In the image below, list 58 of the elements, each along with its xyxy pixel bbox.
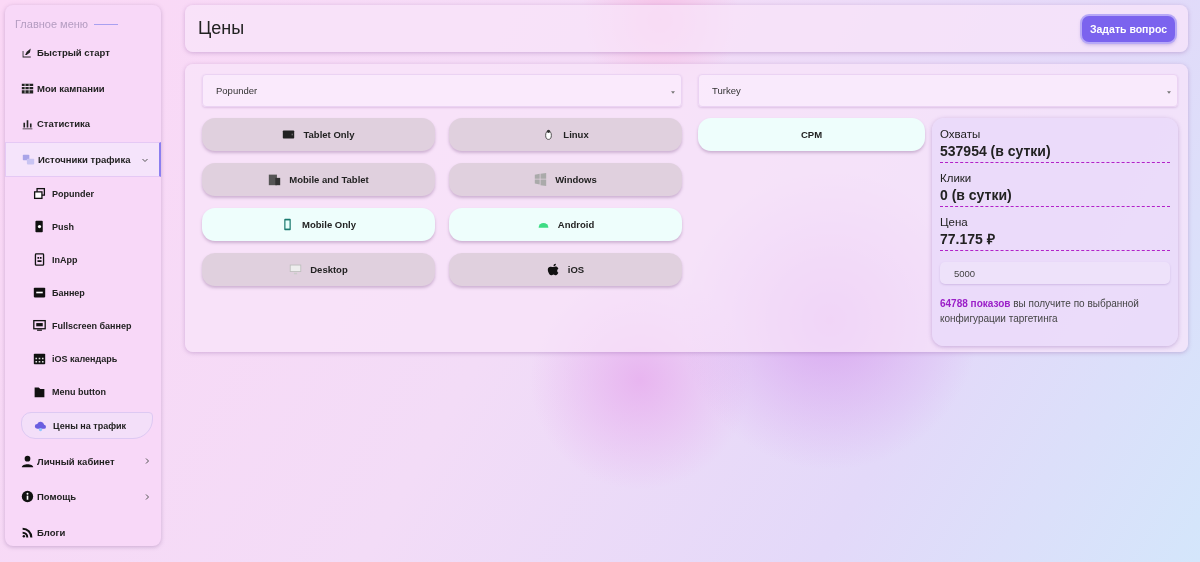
sidebar-subitem[interactable]: Баннер: [21, 276, 153, 310]
menu-item-icon: [21, 525, 34, 539]
sidebar-heading: Главное меню: [15, 18, 89, 30]
device-icon: [268, 173, 282, 186]
device-option-button[interactable]: Desktop: [202, 253, 435, 286]
sidebar-subitem[interactable]: Fullscreen баннер: [21, 309, 153, 343]
sidebar-subitem[interactable]: Menu button: [21, 375, 153, 409]
sidebar-item[interactable]: Блоги: [5, 514, 161, 546]
budget-input[interactable]: 5000: [940, 262, 1170, 284]
sidebar-item[interactable]: Статистика: [5, 106, 161, 142]
device-option-button[interactable]: Mobile and Tablet: [202, 163, 435, 196]
menu-item-icon: [33, 385, 46, 399]
stat-label: Клики: [940, 171, 973, 186]
caret-icon: [1167, 91, 1171, 94]
sidebar-item[interactable]: Личный кабинет: [5, 443, 161, 479]
device-icon: [282, 128, 296, 141]
os-option-button[interactable]: Linux: [449, 118, 682, 151]
menu-item-icon: [33, 187, 46, 201]
page-title: Цены: [198, 18, 245, 39]
menu-item-icon: [33, 286, 46, 300]
menu-item-icon: [33, 220, 46, 234]
ask-question-button[interactable]: Задать вопрос: [1081, 15, 1175, 42]
menu-item-icon: [21, 454, 34, 468]
stat-label: Цена: [940, 215, 969, 230]
sidebar-subitem[interactable]: Popunder: [21, 177, 153, 211]
pricing-model-button[interactable]: CPM: [698, 118, 925, 151]
menu-item-icon: [21, 117, 34, 131]
sidebar-item[interactable]: Источники трафика: [5, 141, 161, 178]
os-option-button[interactable]: Windows: [449, 163, 682, 196]
os-icon: [546, 263, 560, 276]
sidebar-item[interactable]: Мои кампании: [5, 70, 161, 107]
stat-value: 0 (в сутки): [940, 186, 1013, 204]
sidebar-subitem[interactable]: InApp: [21, 243, 153, 277]
format-select[interactable]: Popunder: [202, 74, 682, 107]
sidebar-item[interactable]: Быстрый старт: [5, 35, 161, 71]
menu-item-icon: [33, 253, 46, 267]
sidebar-item[interactable]: Помощь: [5, 478, 161, 515]
sidebar-subitem[interactable]: Push: [21, 210, 153, 244]
stat-value: 537954 (в сутки): [940, 142, 1052, 160]
device-option-button[interactable]: Mobile Only: [202, 208, 435, 241]
menu-item-icon: [21, 490, 34, 504]
os-icon: [534, 173, 548, 186]
device-option-button[interactable]: Tablet Only: [202, 118, 435, 151]
menu-item-icon: [22, 153, 35, 167]
menu-item-icon: [33, 319, 46, 333]
os-option-button[interactable]: iOS: [449, 253, 682, 286]
menu-item-icon: [33, 352, 46, 366]
sidebar-subitem[interactable]: iOS календарь: [21, 342, 153, 376]
stat-value: 77.175 ₽: [940, 230, 996, 248]
summary-text: 64788 показов вы получите по выбранной конфигурации таргетинга: [940, 297, 1140, 326]
os-option-button[interactable]: Android: [449, 208, 682, 241]
device-icon: [289, 263, 303, 276]
sidebar-subitem[interactable]: Цены на трафик: [21, 412, 153, 440]
country-select[interactable]: Turkey: [698, 74, 1178, 107]
caret-icon: [671, 91, 675, 94]
menu-item-icon: [34, 419, 47, 433]
stat-label: Охваты: [940, 127, 982, 142]
menu-item-icon: [21, 81, 34, 95]
